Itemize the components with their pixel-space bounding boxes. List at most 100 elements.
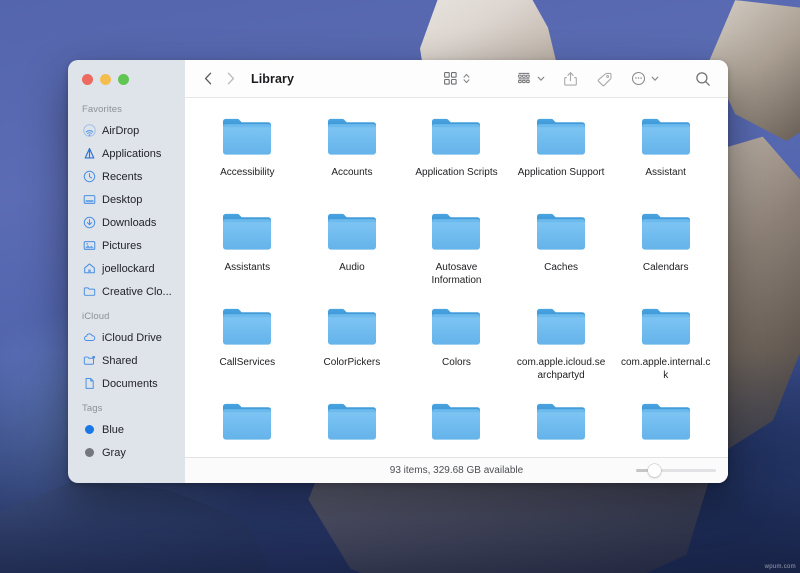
- sidebar-item-label: Creative Clo...: [102, 286, 172, 298]
- folder-icon: [325, 304, 379, 349]
- sidebar-item-airdrop[interactable]: AirDrop: [68, 119, 185, 142]
- forward-button[interactable]: [219, 68, 241, 90]
- folder-icon: [429, 209, 483, 254]
- folder-icon: [429, 399, 483, 444]
- close-button[interactable]: [82, 74, 93, 85]
- file-grid-item[interactable]: Application Support: [509, 112, 614, 207]
- file-grid[interactable]: Accessibility Accounts: [185, 98, 728, 457]
- file-grid-item[interactable]: Calendars: [613, 207, 718, 302]
- file-grid-item-label: CallServices: [220, 356, 276, 369]
- sidebar-item-label: Gray: [102, 447, 126, 459]
- chevron-down-icon[interactable]: [536, 71, 546, 86]
- file-grid-item-label: Assistants: [225, 261, 271, 274]
- folder-icon: [220, 399, 274, 444]
- file-grid-item[interactable]: Application Scripts: [404, 112, 509, 207]
- more-control[interactable]: [628, 67, 660, 91]
- sidebar-item-icloud-drive[interactable]: iCloud Drive: [68, 326, 185, 349]
- file-grid-item[interactable]: com.apple.icloud.searchpartyd: [509, 302, 614, 397]
- file-grid-item[interactable]: CallServices: [195, 302, 300, 397]
- file-grid-item[interactable]: Autosave Information: [404, 207, 509, 302]
- folder-icon: [220, 209, 274, 254]
- sidebar-item-label: Pictures: [102, 240, 142, 252]
- tag-dot-icon: [82, 446, 96, 460]
- file-grid-item-label: Accessibility: [220, 166, 274, 179]
- sidebar-item-label: Blue: [102, 424, 124, 436]
- sidebar-item-tag-gray[interactable]: Gray: [68, 441, 185, 464]
- folder-icon: [220, 304, 274, 349]
- tags-button[interactable]: [593, 67, 616, 91]
- main-pane: Library: [185, 60, 728, 483]
- file-grid-item[interactable]: Accessibility: [195, 112, 300, 207]
- document-icon: [82, 377, 96, 391]
- chevron-down-icon[interactable]: [650, 71, 660, 86]
- file-grid-item[interactable]: Assistants: [195, 207, 300, 302]
- sidebar-item-desktop[interactable]: Desktop: [68, 188, 185, 211]
- window-controls[interactable]: [68, 60, 185, 96]
- watermark: wpum.com: [765, 564, 796, 570]
- folder-icon: [325, 114, 379, 159]
- file-grid-item[interactable]: [509, 397, 614, 457]
- file-grid-item[interactable]: ColorPickers: [300, 302, 405, 397]
- sidebar-item-shared[interactable]: Shared: [68, 349, 185, 372]
- folder-icon: [639, 304, 693, 349]
- folder-icon: [534, 209, 588, 254]
- group-by-button[interactable]: [513, 67, 535, 91]
- sidebar-item-creative-cloud[interactable]: Creative Clo...: [68, 280, 185, 303]
- minimize-button[interactable]: [100, 74, 111, 85]
- sidebar-item-documents[interactable]: Documents: [68, 372, 185, 395]
- sidebar-item-tag-blue[interactable]: Blue: [68, 418, 185, 441]
- folder-icon: [429, 114, 483, 159]
- slider-thumb[interactable]: [648, 464, 661, 477]
- sidebar-item-joellockard[interactable]: joellockard: [68, 257, 185, 280]
- sidebar-item-label: joellockard: [102, 263, 155, 275]
- clock-icon: [82, 170, 96, 184]
- file-grid-item[interactable]: Accounts: [300, 112, 405, 207]
- view-mode-control[interactable]: [440, 67, 471, 91]
- file-grid-item-label: Colors: [442, 356, 471, 369]
- folder-icon: [220, 114, 274, 159]
- back-button[interactable]: [197, 68, 219, 90]
- file-grid-item[interactable]: Colors: [404, 302, 509, 397]
- sidebar-item-label: Shared: [102, 355, 137, 367]
- sidebar-item-label: Desktop: [102, 194, 142, 206]
- folder-icon: [429, 304, 483, 349]
- page-title: Library: [251, 72, 294, 86]
- file-grid-item[interactable]: com.apple.internal.ck: [613, 302, 718, 397]
- sidebar-item-recents[interactable]: Recents: [68, 165, 185, 188]
- file-grid-item[interactable]: [300, 397, 405, 457]
- sidebar-item-label: Documents: [102, 378, 158, 390]
- file-grid-item[interactable]: [195, 397, 300, 457]
- file-grid-item[interactable]: [613, 397, 718, 457]
- file-grid-item-label: ColorPickers: [324, 356, 381, 369]
- sidebar-item-pictures[interactable]: Pictures: [68, 234, 185, 257]
- icon-view-button[interactable]: [440, 67, 461, 91]
- file-grid-item[interactable]: Assistant: [613, 112, 718, 207]
- sidebar-item-applications[interactable]: Applications: [68, 142, 185, 165]
- sidebar-item-label: iCloud Drive: [102, 332, 162, 344]
- icon-size-slider[interactable]: [636, 464, 716, 478]
- file-grid-item[interactable]: Audio: [300, 207, 405, 302]
- status-bar: 93 items, 329.68 GB available: [185, 457, 728, 483]
- tag-dot-icon: [82, 423, 96, 437]
- folder-icon: [639, 399, 693, 444]
- sidebar-item-label: AirDrop: [102, 125, 139, 137]
- group-by-control[interactable]: [513, 67, 546, 91]
- folder-icon: [82, 285, 96, 299]
- share-button[interactable]: [560, 67, 581, 91]
- finder-window: Favorites AirDrop Applications Recents: [68, 60, 728, 483]
- sidebar-item-downloads[interactable]: Downloads: [68, 211, 185, 234]
- more-button[interactable]: [628, 67, 649, 91]
- file-grid-item-label: Accounts: [331, 166, 372, 179]
- folder-icon: [325, 209, 379, 254]
- search-button[interactable]: [692, 67, 714, 91]
- sidebar-item-label: Downloads: [102, 217, 156, 229]
- file-grid-item[interactable]: Caches: [509, 207, 614, 302]
- applications-icon: [82, 147, 96, 161]
- maximize-button[interactable]: [118, 74, 129, 85]
- file-grid-item-label: Autosave Information: [410, 261, 502, 287]
- file-grid-item-label: Application Scripts: [415, 166, 497, 179]
- file-grid-item[interactable]: [404, 397, 509, 457]
- folder-icon: [534, 399, 588, 444]
- view-stepper-icon[interactable]: [462, 71, 471, 86]
- desktop-icon: [82, 193, 96, 207]
